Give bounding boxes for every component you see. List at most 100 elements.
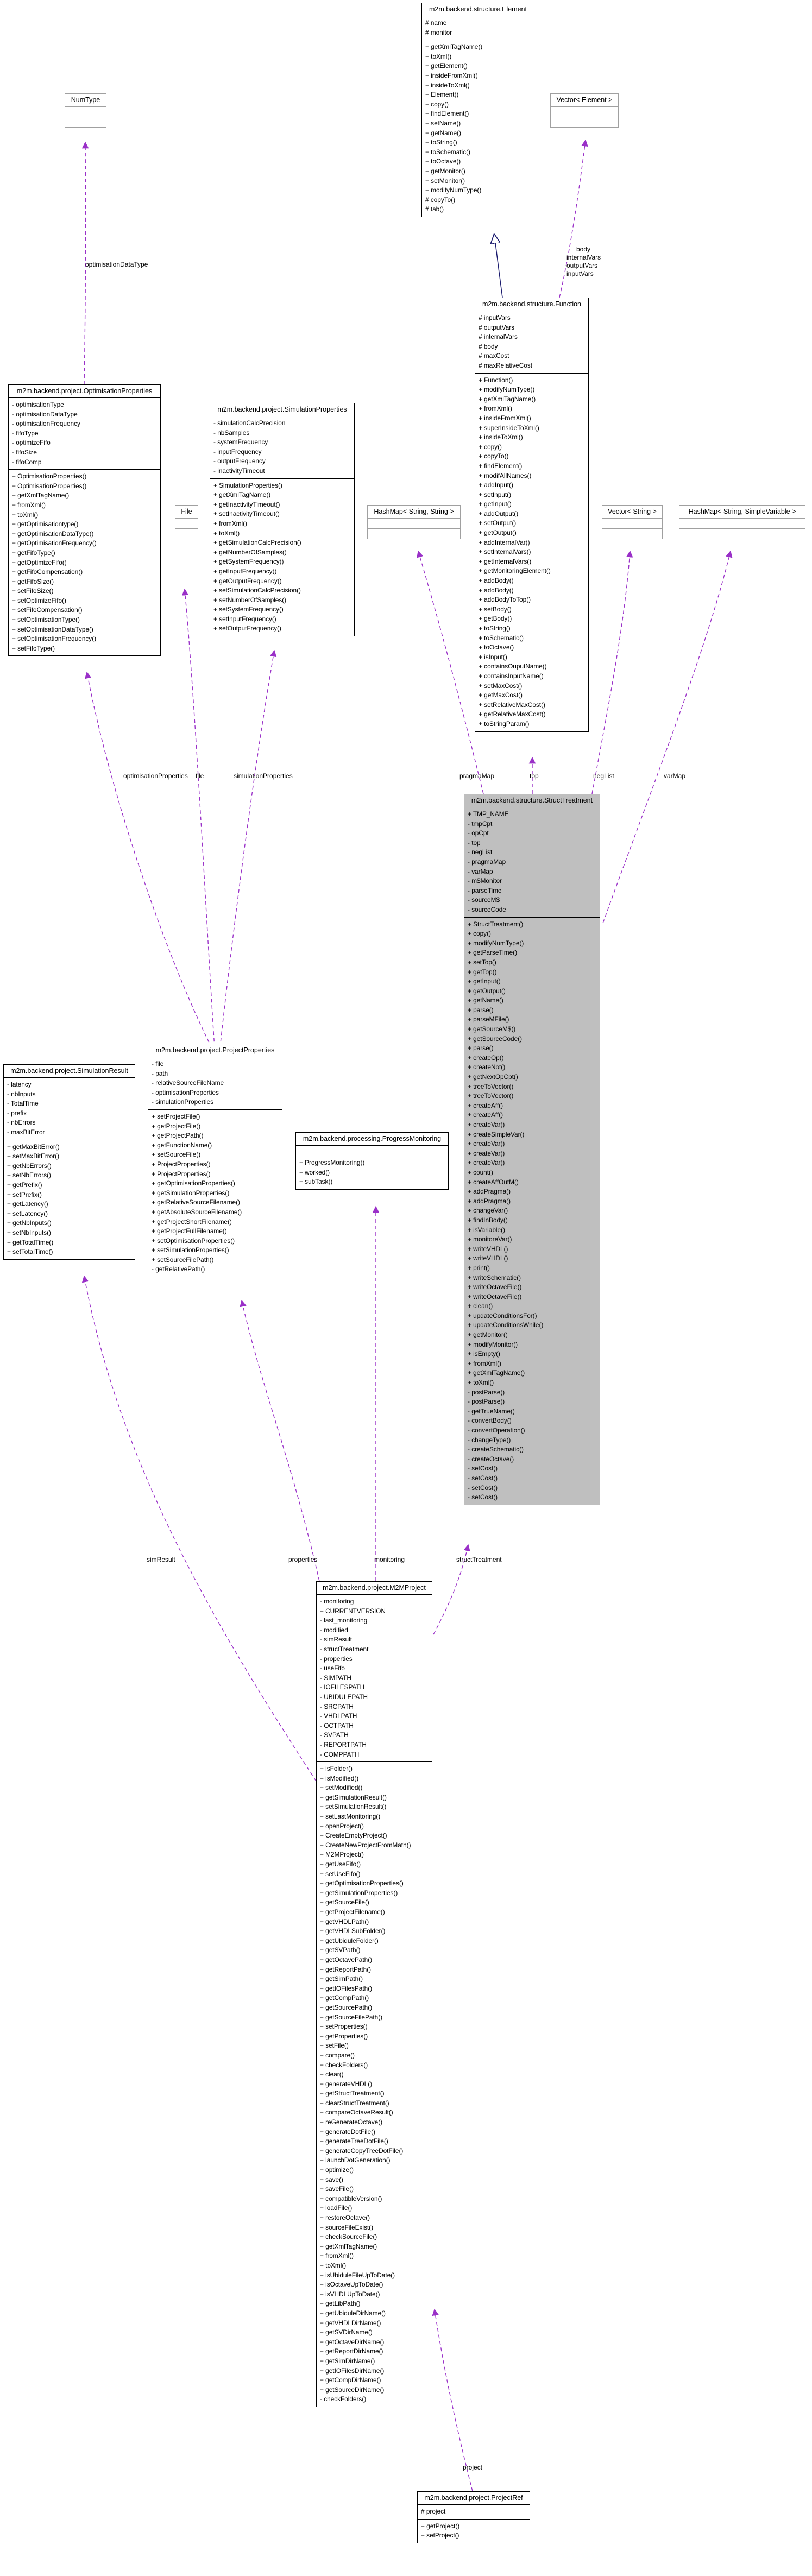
operation: + toXml() [213, 529, 240, 537]
class-simulation-result: m2m.backend.project.SimulationResult - la… [3, 1064, 135, 1260]
attribute: - SVPATH [320, 1731, 349, 1739]
operation: + setProjectFile() [152, 1112, 200, 1120]
attribute: - negList [468, 848, 493, 856]
operation: + getMonitor() [425, 167, 465, 175]
operation: + setLatency() [7, 1209, 48, 1217]
attribute: # project [421, 2508, 446, 2515]
operation: + insideFromXml() [425, 71, 478, 79]
attribute: - fifoComp [12, 458, 42, 466]
operation: + setOptimisationDataType() [12, 625, 93, 633]
operation: + getCompDirName() [320, 2376, 381, 2384]
operation: + Element() [425, 91, 459, 99]
operation: + getBody() [479, 615, 512, 623]
class-file: File [175, 505, 198, 539]
operation: + getOptimisationProperties() [320, 1879, 404, 1887]
operation: + setMonitor() [425, 176, 465, 185]
attribute-compartment: # name # monitor [422, 16, 534, 41]
edge-label-monitoring: monitoring [374, 1556, 405, 1563]
operation: + modifyNumType() [479, 386, 535, 394]
operation: + toStringParam() [479, 719, 530, 728]
attribute-compartment: + TMP_NAME - tmpCpt - opCpt - top - negList -… [464, 807, 600, 918]
operation: + getSimDirName() [320, 2357, 375, 2365]
class-name: m2m.backend.processing.ProgressMonitorin… [296, 1133, 448, 1146]
operation: + getSVPath() [320, 1946, 361, 1954]
attribute: - SRCPATH [320, 1702, 354, 1710]
attribute: - REPORTPATH [320, 1740, 367, 1748]
attribute: - properties [320, 1655, 353, 1663]
attribute-compartment: # inputVars # outputVars # internalVars # b… [475, 311, 588, 374]
operation: + setRelativeMaxCost() [479, 700, 545, 709]
operation: + getInternalVars() [479, 557, 532, 565]
operation: + getProjectFilename() [320, 1908, 385, 1916]
operation: + setName() [425, 119, 461, 127]
operation: + setBody() [479, 605, 512, 613]
operation: + writeOctaveFile() [468, 1292, 522, 1300]
operation: + toOctave() [479, 643, 514, 652]
operation: + copy() [425, 100, 449, 108]
operation-compartment: + StructTreatment() + copy() + modifyNumTy… [464, 918, 600, 1505]
class-element: m2m.backend.structure.Element # name # mon… [421, 3, 534, 217]
operation: + toOctave() [425, 157, 461, 166]
class-vector-element: Vector< Element > [550, 93, 619, 128]
operation: + toXml() [320, 2261, 347, 2269]
operation: + writeVHDL() [468, 1254, 508, 1262]
operation: + setInactivityTimeout() [213, 510, 280, 518]
operation: + setFifoType() [12, 644, 55, 652]
operation: + getFunctionName() [152, 1141, 212, 1149]
operation: + createNot() [468, 1063, 506, 1071]
operation: + toSchematic() [425, 148, 470, 156]
operation: + setSystemFrequency() [213, 605, 284, 614]
operation: + parse() [468, 1006, 494, 1014]
operation: + getOptimisationDataType() [12, 529, 94, 538]
class-struct-treatment: m2m.backend.structure.StructTreatment + T… [464, 794, 600, 1505]
operation: + setSimulationCalcPrecision() [213, 586, 301, 595]
operation: + compare() [320, 2051, 355, 2059]
operation: + setFifoCompensation() [12, 606, 83, 614]
attribute-compartment [296, 1146, 448, 1156]
operation-compartment: + ProgressMonitoring() + worked() + subTas… [296, 1156, 448, 1189]
operation: + StructTreatment() [468, 920, 524, 928]
operation: + OptimisationProperties() [12, 472, 87, 481]
operation: + getXmlTagName() [479, 395, 536, 403]
operation: + getSourceFile() [320, 1898, 369, 1906]
attribute: + TMP_NAME [468, 810, 509, 818]
attribute: - TotalTime [7, 1100, 39, 1108]
operation: + getFifoType() [12, 548, 55, 557]
attribute: - nbInputs [7, 1090, 36, 1098]
operation: + getXmlTagName() [425, 43, 483, 51]
class-name: m2m.backend.structure.StructTreatment [464, 794, 600, 807]
operation: + setUseFifo() [320, 1870, 361, 1878]
attribute: - useFifo [320, 1664, 345, 1672]
operation: + CreateNewProjectFromMath() [320, 1841, 411, 1849]
operation: + getSourceFilePath() [320, 2013, 383, 2021]
operation: + getUbiduleFolder() [320, 1936, 379, 1944]
operation: + generateTreeDotFile() [320, 2137, 388, 2145]
operation: + modifAllNames() [479, 471, 532, 479]
operation: # copyTo() [425, 195, 456, 204]
operation: + isVariable() [468, 1226, 505, 1234]
operation: + getSourceDirName() [320, 2385, 385, 2394]
operation: + getSourceM$() [468, 1025, 516, 1033]
edge-label-struct-treatment: structTreatment [456, 1556, 502, 1563]
attribute: - sourceM$ [468, 896, 500, 904]
operation: + createAff() [468, 1111, 503, 1119]
operation: + getIOFilesPath() [320, 1984, 373, 1992]
edge-label-sim-result: simResult [147, 1556, 175, 1563]
operation: + loadFile() [320, 2204, 353, 2212]
operation: + getOutput() [468, 987, 506, 995]
operation: - postParse() [468, 1388, 505, 1396]
edge-label-neg-list: negList [593, 772, 614, 780]
class-name: Vector< String > [602, 506, 662, 519]
operation: + setOptimisationFrequency() [12, 635, 97, 643]
attribute: # monitor [425, 28, 452, 36]
attribute: # body [479, 342, 498, 350]
operation: + getMaxCost() [479, 691, 523, 699]
attribute: - top [468, 838, 481, 847]
class-project-ref: m2m.backend.project.ProjectRef # project +… [417, 2491, 530, 2543]
edge-label-var-map: varMap [664, 772, 686, 780]
operation: + getXmlTagName() [12, 491, 70, 500]
operation: + parseMFile() [468, 1015, 509, 1024]
operation: + isEmpty() [468, 1350, 500, 1358]
operation: + updateConditionsWhile() [468, 1321, 544, 1329]
attribute: - opCpt [468, 829, 489, 837]
